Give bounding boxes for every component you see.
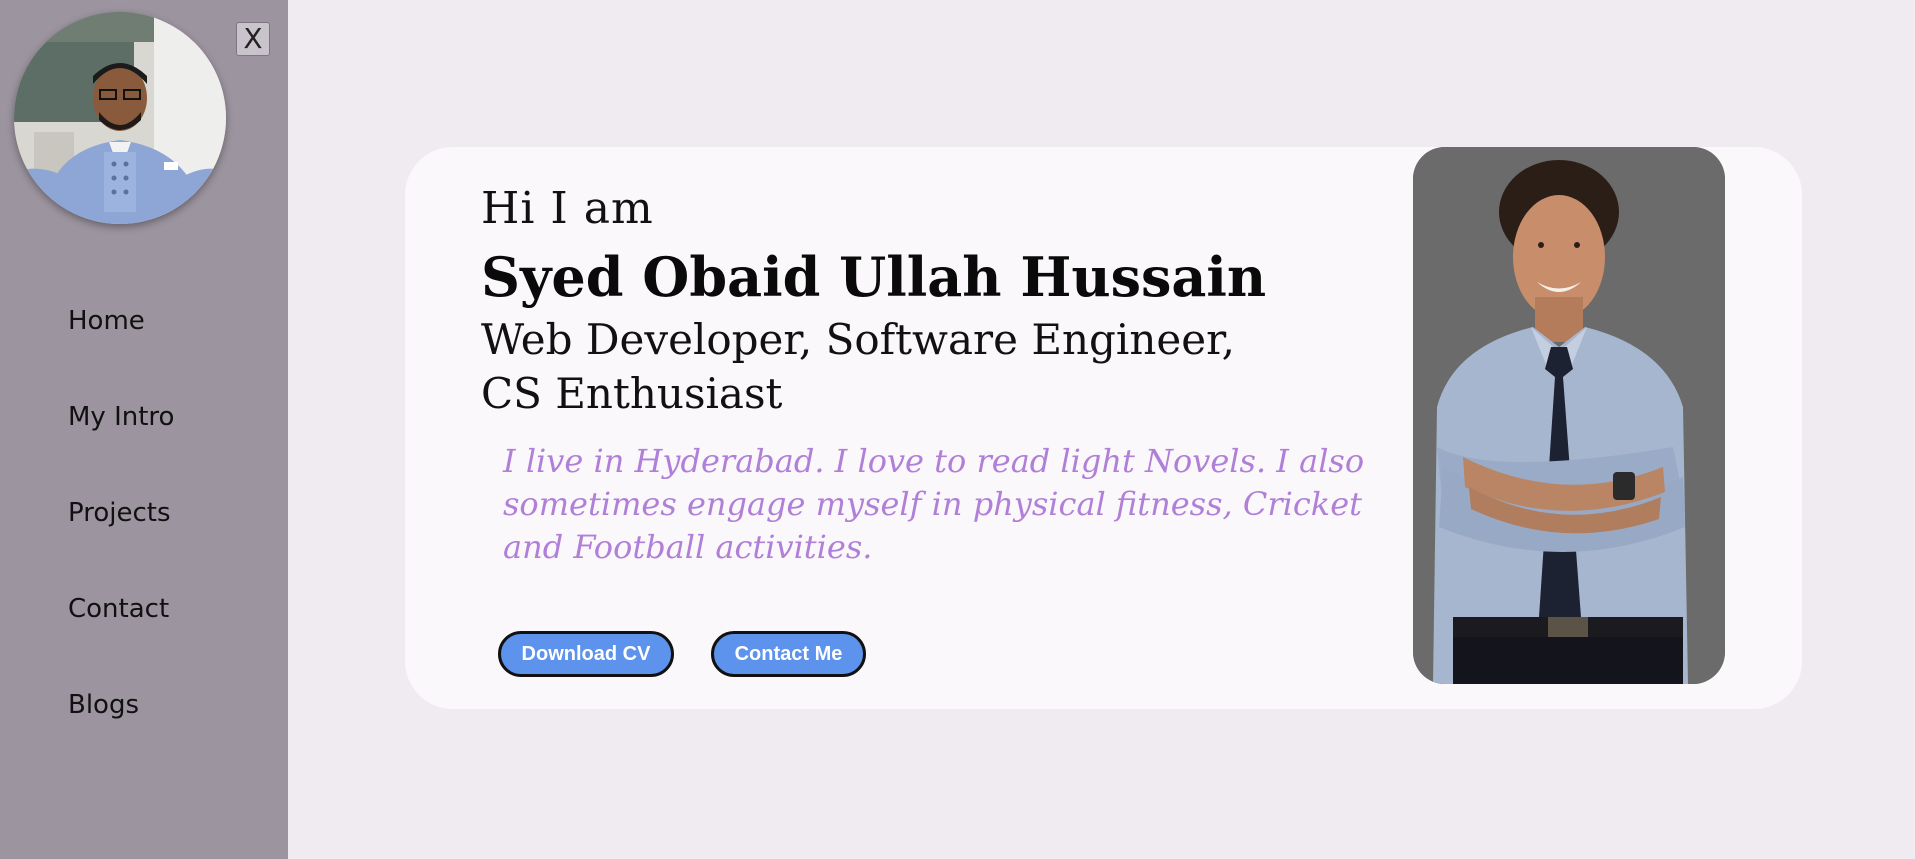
sidebar-item-my-intro[interactable]: My Intro xyxy=(68,394,174,490)
avatar xyxy=(14,12,226,224)
page-title: Syed Obaid Ullah Hussain xyxy=(481,245,1267,309)
profile-photo-image xyxy=(1413,147,1725,684)
sidebar-item-blogs[interactable]: Blogs xyxy=(68,682,174,778)
profile-photo xyxy=(1413,147,1725,684)
bio-text: I live in Hyderabad. I love to read ligh… xyxy=(503,442,1365,566)
roles-text: Web Developer, Software Engineer, CS Ent… xyxy=(481,315,1235,418)
sidebar-item-projects[interactable]: Projects xyxy=(68,490,174,586)
sidebar-nav: Home My Intro Projects Contact Blogs xyxy=(68,298,174,778)
close-sidebar-button[interactable]: X xyxy=(236,22,270,56)
intro-card: Hi I am Syed Obaid Ullah Hussain Web Dev… xyxy=(405,147,1802,709)
sidebar-item-home[interactable]: Home xyxy=(68,298,174,394)
avatar-image xyxy=(14,12,226,224)
download-cv-button[interactable]: Download CV xyxy=(498,631,674,677)
contact-me-button[interactable]: Contact Me xyxy=(711,631,866,677)
sidebar-item-contact[interactable]: Contact xyxy=(68,586,174,682)
sidebar: X Home My Intro Projects Contact Blogs xyxy=(0,0,288,859)
greeting-text: Hi I am xyxy=(481,183,654,234)
